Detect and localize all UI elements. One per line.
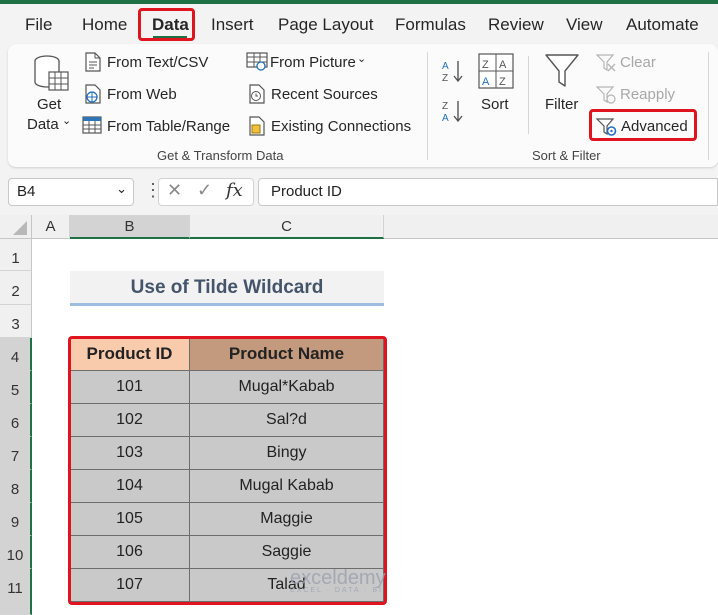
tab-automate[interactable]: Automate (626, 15, 699, 35)
recent-sources-icon (248, 84, 266, 109)
tab-home[interactable]: Home (82, 15, 127, 35)
row-header[interactable]: 4 (0, 338, 32, 371)
svg-text:Z: Z (482, 59, 489, 71)
chevron-down-icon[interactable]: ⌄ (62, 114, 71, 127)
table-icon (82, 116, 102, 139)
svg-text:A: A (499, 59, 507, 71)
recent-sources-button[interactable]: Recent Sources (271, 86, 378, 103)
name-box[interactable]: B4 ⌄ (8, 178, 134, 206)
row-header[interactable]: 6 (0, 404, 32, 437)
reapply-button[interactable]: Reapply (620, 86, 675, 103)
existing-connections-button[interactable]: Existing Connections (271, 118, 411, 135)
tab-view[interactable]: View (566, 15, 603, 35)
web-icon (84, 84, 102, 109)
svg-text:A: A (482, 76, 490, 88)
clear-button[interactable]: Clear (620, 54, 656, 71)
clear-filter-icon (595, 53, 616, 78)
insert-function-icon[interactable]: fx (226, 180, 243, 201)
row-header[interactable]: 3 (0, 305, 32, 338)
svg-text:Z: Z (442, 101, 448, 112)
get-data-button[interactable]: Data (27, 116, 59, 133)
column-header-b[interactable]: B (70, 215, 190, 239)
table-highlight (68, 336, 387, 605)
get-transform-group-label: Get & Transform Data (157, 148, 284, 163)
sort-az-icon[interactable]: AZ (441, 58, 465, 89)
tab-file[interactable]: File (25, 15, 52, 35)
from-web-button[interactable]: From Web (107, 86, 177, 103)
watermark-tagline: EXCEL · DATA · BI (290, 587, 383, 594)
sort-button[interactable]: Sort (481, 96, 509, 113)
watermark-brand: exceldemy (290, 567, 386, 589)
sort-za-icon[interactable]: ZA (441, 98, 465, 129)
column-header-blank (384, 215, 718, 239)
row-header[interactable]: 9 (0, 503, 32, 536)
select-all-corner[interactable] (0, 215, 32, 239)
column-header-a[interactable]: A (32, 215, 70, 239)
cancel-icon[interactable]: ✕ (167, 180, 182, 201)
sheet-title: Use of Tilde Wildcard (70, 271, 384, 306)
reapply-icon (595, 85, 616, 110)
tab-page-layout[interactable]: Page Layout (278, 15, 373, 35)
row-header[interactable]: 2 (0, 271, 32, 305)
row-header[interactable]: 8 (0, 470, 32, 503)
row-header[interactable]: 7 (0, 437, 32, 470)
tab-review[interactable]: Review (488, 15, 544, 35)
existing-connections-icon (248, 116, 266, 141)
svg-text:Z: Z (442, 73, 448, 84)
from-table-range-button[interactable]: From Table/Range (107, 118, 230, 135)
filter-button[interactable]: Filter (545, 96, 578, 113)
worksheet-grid[interactable]: A B C 1 2 3 4 5 6 7 8 9 10 11 Use of Til… (0, 215, 718, 615)
svg-text:A: A (442, 61, 449, 72)
tab-formulas[interactable]: Formulas (395, 15, 466, 35)
svg-text:Z: Z (499, 76, 506, 88)
ribbon-separator (708, 52, 709, 160)
advanced-highlight (589, 109, 697, 141)
database-icon (32, 54, 70, 99)
text-file-icon (84, 52, 102, 77)
exceldemy-watermark: exceldemy EXCEL · DATA · BI (290, 567, 386, 594)
column-header-c[interactable]: C (190, 215, 384, 239)
row-header[interactable]: 10 (0, 536, 32, 569)
ribbon-separator (528, 56, 529, 134)
sort-filter-group-label: Sort & Filter (532, 148, 601, 163)
from-text-csv-button[interactable]: From Text/CSV (107, 54, 208, 71)
chevron-down-icon[interactable]: ⌄ (116, 181, 127, 197)
chevron-down-icon[interactable]: ⌄ (357, 52, 366, 65)
formula-input[interactable]: Product ID (258, 178, 718, 206)
get-data-label-1[interactable]: Get (37, 96, 61, 113)
row-header[interactable]: 1 (0, 239, 32, 271)
ribbon-separator (427, 52, 428, 160)
enter-check-icon[interactable]: ✓ (197, 180, 212, 201)
svg-text:A: A (442, 113, 449, 124)
data-tab-highlight (138, 8, 195, 41)
filter-icon[interactable] (544, 52, 580, 95)
ribbon-tabs: File Home Data Insert Page Layout Formul… (0, 4, 718, 42)
row-header[interactable]: 5 (0, 371, 32, 404)
from-picture-button[interactable]: From Picture (270, 54, 356, 71)
name-box-value: B4 (17, 183, 36, 200)
picture-icon (246, 52, 268, 77)
row-header[interactable]: 11 (0, 569, 32, 615)
tab-insert[interactable]: Insert (211, 15, 254, 35)
sort-icon[interactable]: ZAAZ (478, 53, 514, 94)
